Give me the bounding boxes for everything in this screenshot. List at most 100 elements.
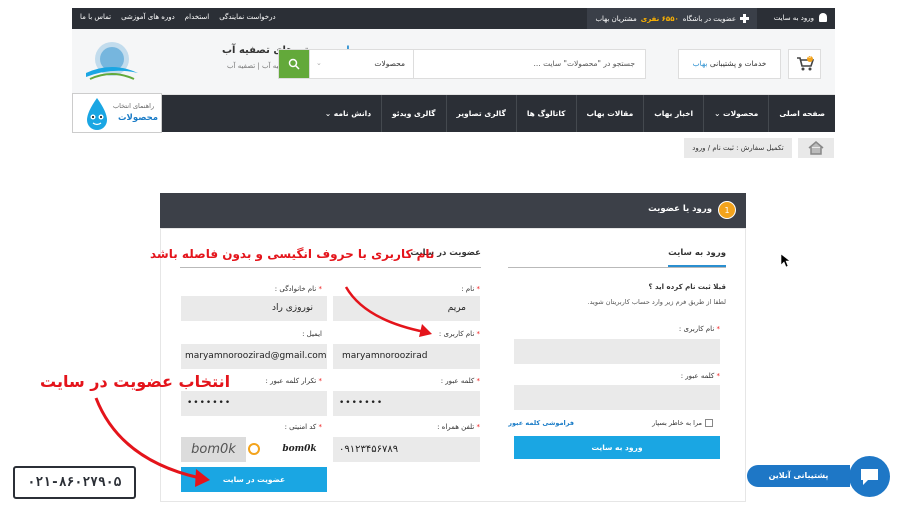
- home-icon: [808, 141, 824, 155]
- services-label: خدمات و پشتیبانی: [709, 59, 767, 68]
- captcha-input[interactable]: bom0k: [272, 437, 327, 462]
- password-label: * کلمه عبور :: [440, 377, 480, 385]
- services-button[interactable]: خدمات و پشتیبانی بهاب: [678, 49, 781, 79]
- mouse-cursor-icon: [781, 254, 791, 268]
- nav-item-video-gallery[interactable]: گالری ویدئو: [381, 95, 445, 132]
- chat-button[interactable]: [849, 456, 890, 497]
- search-bar: جستجو در "محصولات" سایت ... محصولات ⌄: [278, 49, 646, 79]
- guide-line2: محصولات: [118, 113, 158, 123]
- chevron-down-icon: ⌄: [324, 109, 332, 118]
- first-name-input[interactable]: مریم: [333, 296, 480, 321]
- page-frame: ورود به سایت عضویت در باشگاه ۶۵۵۰ نفری م…: [0, 0, 900, 508]
- login-username-label: * نام کاربری :: [678, 325, 720, 333]
- password-label-text: کلمه عبور :: [440, 377, 475, 385]
- captcha-label-text: کد امنیتی :: [284, 423, 317, 431]
- club-banner[interactable]: عضویت در باشگاه ۶۵۵۰ نفری مشتریان بهاب: [587, 8, 757, 29]
- top-link-courses[interactable]: دوره های آموزشی: [121, 13, 175, 21]
- login-tab[interactable]: ورود به سایت: [508, 241, 726, 268]
- login-question: قبلا ثبت نام کرده اید ؟: [648, 283, 726, 291]
- club-count: ۶۵۵۰ نفری: [640, 14, 679, 23]
- register-submit-button[interactable]: عضویت در سایت: [181, 467, 327, 492]
- breadcrumb: تکمیل سفارش : ثبت نام / ورود: [684, 138, 792, 158]
- choose-register-note: انتخاب عضویت در سایت: [40, 372, 231, 391]
- top-links: درخواست نمایندگی استخدام دوره های آموزشی…: [80, 13, 276, 21]
- user-icon: [819, 13, 827, 22]
- nav-item-encyclopedia[interactable]: دانش نامه ⌄: [315, 95, 381, 132]
- nav-item-photo-gallery[interactable]: گالری تصاویر: [445, 95, 516, 132]
- login-hint: لطفا از طریق فرم زیر وارد حساب کاربریتان…: [587, 298, 726, 306]
- forgot-password-link[interactable]: فراموشی کلمه عبور: [508, 419, 574, 427]
- nav-item-products-label: محصولات: [723, 109, 759, 118]
- captcha-label: * کد امنیتی :: [284, 423, 322, 431]
- phone-input[interactable]: ۰۹۱۲۳۴۵۶۷۸۹: [333, 437, 480, 462]
- club-prefix: عضویت در باشگاه: [682, 14, 736, 23]
- site-header: بهاب سیستم های تصفیه آب دستگاه تصفیه آب …: [72, 29, 835, 95]
- login-password-input[interactable]: [514, 385, 720, 410]
- top-bar: ورود به سایت عضویت در باشگاه ۶۵۵۰ نفری م…: [72, 8, 835, 29]
- guide-line1: راهنمای انتخاب: [113, 102, 155, 110]
- phone-label-text: تلفن همراه :: [437, 423, 475, 431]
- username-label-text: نام کاربری :: [438, 330, 475, 338]
- captcha-image: bom0k: [181, 437, 246, 462]
- username-note: نام کاربری با حروف انگیسی و بدون فاصله ب…: [150, 247, 435, 261]
- login-link[interactable]: ورود به سایت: [774, 13, 827, 22]
- online-support-button[interactable]: پشتیبانی آنلاین: [747, 465, 850, 487]
- plus-icon: [740, 14, 749, 23]
- cart-button[interactable]: 0: [788, 49, 821, 79]
- nav-item-news[interactable]: اخبار بهاب: [643, 95, 703, 132]
- login-username-label-text: نام کاربری :: [678, 325, 715, 333]
- last-name-label: * نام خانوادگی :: [274, 285, 322, 293]
- password-input[interactable]: •••••••: [333, 391, 480, 416]
- search-category-value: محصولات: [374, 59, 405, 68]
- search-icon: [288, 58, 300, 70]
- login-password-label-text: کلمه عبور :: [680, 372, 715, 380]
- step-number: 1: [718, 201, 736, 219]
- login-username-input[interactable]: [514, 339, 720, 364]
- last-name-label-text: نام خانوادگی :: [274, 285, 317, 293]
- panel-header: 1 ورود یا عضویت: [160, 193, 746, 228]
- last-name-input[interactable]: نوروزی راد: [181, 296, 327, 321]
- remember-label: مرا به خاطر بسپار: [652, 419, 702, 427]
- cart-count: 0: [808, 54, 812, 60]
- top-link-jobs[interactable]: استخدام: [185, 13, 209, 21]
- remember-checkbox[interactable]: [705, 419, 713, 427]
- services-brand: بهاب: [692, 59, 708, 68]
- username-input[interactable]: maryamnoroozirad: [333, 344, 480, 369]
- logo-icon[interactable]: [82, 37, 142, 87]
- login-submit-button[interactable]: ورود به سایت: [514, 436, 720, 459]
- first-name-label: * نام :: [461, 285, 480, 293]
- panel-title: ورود یا عضویت: [648, 204, 712, 214]
- repeat-password-label-text: تکرار کلمه عبور :: [265, 377, 317, 385]
- chevron-down-icon: ⌄: [714, 109, 721, 118]
- login-link-label: ورود به سایت: [773, 13, 814, 22]
- nav-item-encyclopedia-label: دانش نامه: [333, 109, 372, 118]
- phone-number-box: ۰۲۱-۸۶۰۲۷۹۰۵: [13, 466, 136, 499]
- refresh-captcha-icon[interactable]: [248, 443, 260, 455]
- nav-item-products[interactable]: محصولات ⌄: [703, 95, 768, 132]
- email-input[interactable]: maryamnoroozirad@gmail.com: [181, 344, 327, 369]
- login-password-label: * کلمه عبور :: [680, 372, 720, 380]
- club-suffix: مشتریان بهاب: [595, 14, 637, 23]
- nav-item-home[interactable]: صفحه اصلی: [768, 95, 835, 132]
- home-breadcrumb[interactable]: [798, 138, 834, 158]
- main-nav: صفحه اصلی محصولات ⌄ اخبار بهاب مقالات به…: [72, 95, 835, 132]
- first-name-label-text: نام :: [461, 285, 475, 293]
- top-link-agency[interactable]: درخواست نمایندگی: [219, 13, 275, 21]
- chevron-down-icon: ⌄: [316, 59, 322, 67]
- top-link-contact[interactable]: تماس با ما: [80, 13, 111, 21]
- repeat-password-input[interactable]: •••••••: [181, 391, 327, 416]
- nav-item-catalogs[interactable]: کاتالوگ ها: [515, 95, 576, 132]
- nav-item-articles[interactable]: مقالات بهاب: [575, 95, 644, 132]
- search-category-select[interactable]: محصولات ⌄: [309, 50, 414, 78]
- phone-label: * تلفن همراه :: [437, 423, 480, 431]
- nav-items: صفحه اصلی محصولات ⌄ اخبار بهاب مقالات به…: [315, 95, 835, 132]
- search-button[interactable]: [279, 50, 309, 78]
- product-guide-button[interactable]: راهنمای انتخاب محصولات: [72, 93, 162, 133]
- email-label: ایمیل :: [302, 330, 322, 338]
- username-label: * نام کاربری :: [438, 330, 480, 338]
- chat-icon: [861, 469, 878, 485]
- login-title: ورود به سایت: [668, 248, 726, 267]
- repeat-password-label: * تکرار کلمه عبور :: [265, 377, 322, 385]
- search-input[interactable]: جستجو در "محصولات" سایت ...: [534, 59, 635, 68]
- water-drop-mascot-icon: [87, 98, 107, 130]
